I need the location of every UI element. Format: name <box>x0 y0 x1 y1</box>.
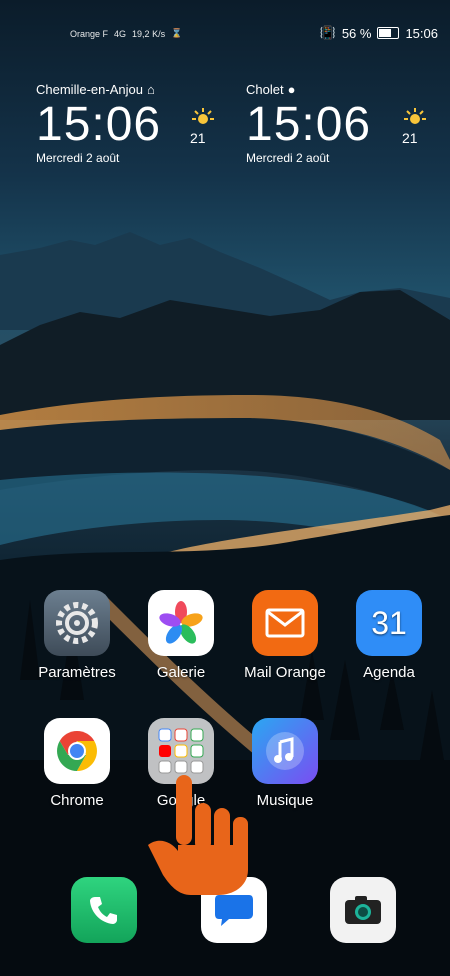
clock2-city-row: Cholet ● <box>246 82 371 97</box>
gallery-flower-icon <box>148 590 214 656</box>
app-parametres-label: Paramètres <box>38 664 116 681</box>
calendar-icon: 31 <box>356 590 422 656</box>
home-screen: Orange F 4G 19,2 K/s ⌛ 📳 56 % 15:06 Chem… <box>0 0 450 976</box>
status-right: 📳 56 % 15:06 <box>320 25 438 41</box>
mail-envelope-icon <box>252 590 318 656</box>
clock-widget-1[interactable]: Chemille-en-Anjou ⌂ 15:06 Mercredi 2 aoû… <box>36 82 214 165</box>
clock1-date: Mercredi 2 août <box>36 151 120 165</box>
network-type: 4G <box>114 28 127 39</box>
clock1-temp: 21 <box>190 130 206 146</box>
weather-sun-icon-2: 21 <box>402 108 426 146</box>
clock1-time: 15:06 <box>36 98 162 151</box>
clock2-temp: 21 <box>402 130 418 146</box>
vibrate-icon: 📳 <box>319 25 336 40</box>
app-chrome[interactable]: Chrome <box>22 718 132 809</box>
carrier-name: Orange F <box>70 28 109 39</box>
tap-hand-icon <box>148 775 248 895</box>
app-chrome-label: Chrome <box>50 792 104 809</box>
phone-icon[interactable] <box>71 877 137 943</box>
clock-widget-2[interactable]: Cholet ● 15:06 Mercredi 2 août 21 <box>246 82 426 165</box>
battery-percent: 56 % <box>341 25 372 41</box>
clock1-city: Chemille-en-Anjou <box>36 82 143 97</box>
app-mail-label: Mail Orange <box>244 664 326 681</box>
clock2-date: Mercredi 2 août <box>246 151 330 165</box>
app-agenda-label: Agenda <box>363 664 415 681</box>
camera-icon[interactable] <box>330 877 396 943</box>
status-left: Orange F 4G 19,2 K/s ⌛ <box>70 28 182 39</box>
calendar-day: 31 <box>371 604 407 641</box>
settings-gear-icon <box>44 590 110 656</box>
weather-sun-icon-1: 21 <box>190 108 214 146</box>
app-mail-orange[interactable]: Mail Orange <box>230 590 340 681</box>
clock2-time: 15:06 <box>246 98 372 151</box>
app-parametres[interactable]: Paramètres <box>22 590 132 681</box>
status-bar: Orange F 4G 19,2 K/s ⌛ 📳 56 % 15:06 <box>0 0 450 70</box>
clock2-city: Cholet <box>246 82 284 97</box>
app-galerie[interactable]: Galerie <box>126 590 236 681</box>
app-galerie-label: Galerie <box>156 664 206 681</box>
battery-icon <box>377 27 400 39</box>
clock1-city-row: Chemille-en-Anjou ⌂ <box>36 82 161 97</box>
battery-level <box>379 29 391 37</box>
home-icon: ⌂ <box>146 82 155 97</box>
chrome-icon <box>44 718 110 784</box>
app-agenda[interactable]: 31 Agenda <box>334 590 444 681</box>
status-time: 15:06 <box>405 25 438 41</box>
location-pin-icon: ● <box>287 82 296 97</box>
hourglass-icon: ⌛ <box>171 28 183 38</box>
net-speed: 19,2 K/s <box>132 28 166 39</box>
